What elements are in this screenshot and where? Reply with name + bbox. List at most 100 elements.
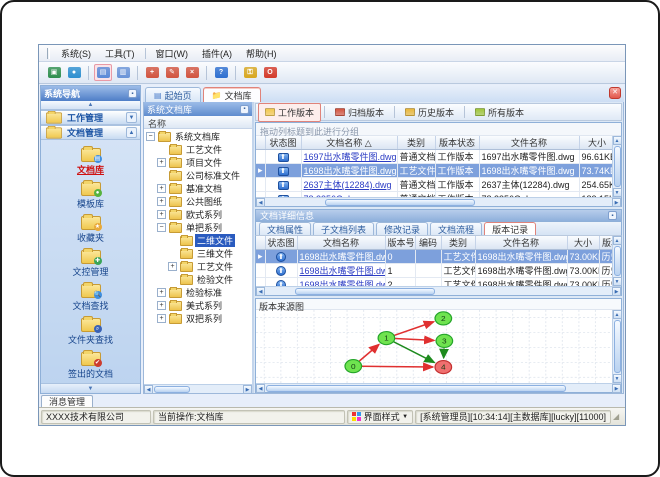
tree-expander-icon[interactable]: + [157,288,166,297]
table-row[interactable]: ⬆ 2637主体(12284).dwg 普通文档 工作版本 2637主体(12284).… [256,177,612,192]
tree-node-工艺文件[interactable]: + 工艺文件 [144,260,252,273]
table-row[interactable]: ▸⬆1698出水嘴零件图.dwg0工艺文件1698出水嘴零件图.dwg73.00… [256,249,612,264]
chevron-icon[interactable]: ▼ [126,112,137,123]
help-button[interactable]: ? [212,64,230,81]
graph-vertical-scrollbar[interactable]: ▲ ▼ [612,310,622,383]
button-工作版本[interactable]: 工作版本 [258,102,322,122]
tree-node-工艺文件[interactable]: 工艺文件 [144,143,252,156]
tab-起始页[interactable]: ▤ 起始页 [145,87,201,102]
pin-icon[interactable]: ▪ [128,89,137,98]
document-link[interactable]: 1697出水嘴零件图.dwg [304,152,397,162]
lock-button[interactable]: ⚿ [241,64,259,81]
sidebar-item-收藏夹[interactable]: ★ 收藏夹 [46,214,135,246]
tree-node-三维文件[interactable]: 三维文件 [144,247,252,260]
document-link[interactable]: 2637主体(12284).dwg [304,180,392,190]
tab-子文档列表[interactable]: 子文档列表 [313,222,375,235]
chevron-icon[interactable]: ▲ [126,127,137,138]
version-node-1[interactable]: 1 [377,330,396,346]
tree-horizontal-scrollbar[interactable]: ◀ ▶ [144,384,252,394]
version-node-4[interactable]: 4 [434,359,453,375]
tree-node-系统文档库[interactable]: − 系统文档库 [144,130,252,143]
tree-expander-icon[interactable]: − [157,223,166,232]
pin-icon[interactable]: ▪ [240,104,249,114]
scroll-right-icon[interactable]: ▶ [243,384,252,394]
monitor-button[interactable]: ▣ [45,64,63,81]
scroll-down-icon[interactable]: ▼ [612,188,622,197]
sidebar-item-文档查找[interactable]: 🔍 文档查找 [46,282,135,314]
table-row[interactable]: ⬆1698出水嘴零件图.dwg1工艺文件1698出水嘴零件图.dwg73.00K… [256,263,612,278]
menu-item-1[interactable]: 系统(S) [54,45,98,62]
column-header-文档名称 △[interactable]: 文档名称 △ [301,136,398,150]
tree-expander-icon[interactable]: + [157,158,166,167]
menu-item-2[interactable]: 工具(T) [98,45,142,62]
document-link[interactable]: 1698出水嘴零件图.dwg [300,252,385,262]
menu-item-4[interactable]: 插件(A) [195,45,239,62]
document-link[interactable]: 1698出水嘴零件图.dwg [304,166,397,176]
scroll-down-icon[interactable]: ▼ [612,277,622,286]
doc-edit-button[interactable]: ✎ [163,64,181,81]
version-node-0[interactable]: 0 [344,359,363,374]
sidebar-collapse-strip[interactable]: ▲ [41,101,140,110]
button-所有版本[interactable]: 所有版本 [468,103,531,122]
scroll-left-icon[interactable]: ◀ [256,197,265,207]
scroll-right-icon[interactable]: ▶ [612,286,621,296]
tab-版本记录[interactable]: 版本记录 [484,222,537,235]
tab-文档属性[interactable]: 文档属性 [259,222,312,235]
tab-文档库[interactable]: 📁 文档库 [202,87,261,102]
scroll-thumb[interactable] [154,385,190,393]
column-header-编码[interactable]: 编码 [415,236,442,250]
scroll-thumb[interactable] [325,198,475,206]
tree-node-检验标准[interactable]: + 检验标准 [144,286,252,299]
column-header-文件名称[interactable]: 文件名称 [475,236,568,250]
graph-horizontal-scrollbar[interactable]: ◀ ▶ [256,383,621,393]
scroll-left-icon[interactable]: ◀ [144,384,153,394]
sidebar-bottom-chevron[interactable]: ▼ [41,383,140,393]
scroll-left-icon[interactable]: ◀ [256,286,265,296]
version-node-2[interactable]: 2 [434,311,453,326]
tab-文档流程[interactable]: 文档流程 [430,222,483,235]
menu-item-3[interactable]: 窗口(W) [149,45,196,62]
button-归档版本[interactable]: 归档版本 [328,103,391,122]
sidebar-item-签出的文档[interactable]: ✔ 签出的文档 [46,350,135,382]
resize-grip-icon[interactable]: ◢ [613,410,623,424]
document-link[interactable]: 1698出水嘴零件图.dwg [300,266,385,276]
sidebar-item-文控管理[interactable]: ✚ 文控管理 [46,248,135,280]
doc-add-button[interactable]: + [143,64,161,81]
tree-node-欧式系列[interactable]: + 欧式系列 [144,208,252,221]
tab-修改记录[interactable]: 修改记录 [376,222,429,235]
table-row[interactable]: ⬆1698出水嘴零件图.dwg2工艺文件1698出水嘴零件图.dwg73.00K… [256,277,612,286]
tree-node-双把系列[interactable]: + 双把系列 [144,312,252,325]
close-icon[interactable]: ✕ [609,87,621,99]
version-node-3[interactable]: 3 [435,333,454,348]
document-link[interactable]: 78 2356C.dwg [304,194,362,198]
tree-node-二维文件[interactable]: 二维文件 [144,234,252,247]
scroll-thumb[interactable] [613,246,621,276]
tree-node-公共图纸[interactable]: + 公共图纸 [144,195,252,208]
tree-node-基准文档[interactable]: + 基准文档 [144,182,252,195]
tree-column-header[interactable]: 名称 [144,116,252,129]
column-header-类别[interactable]: 类别 [397,136,436,150]
folder-open-button[interactable]: ▤ [94,64,112,81]
table-row[interactable]: ⬆78 2356C.dwg普通文档工作版本78 2356C.dwg182.15K… [256,191,612,198]
table2-horizontal-scrollbar[interactable]: ◀ ▶ [256,286,621,296]
column-header-大小[interactable]: 大小 [567,236,600,250]
sidebar-item-文件夹查找[interactable]: ⌕ 文件夹查找 [46,316,135,348]
column-header-文件名称[interactable]: 文件名称 [479,136,580,150]
style-selector[interactable]: 界面样式 ▼ [346,409,414,424]
table-row[interactable]: ⬆ 1697出水嘴零件图.dwg 普通文档 工作版本 1697出水嘴零件图.dwg 96.… [256,149,612,164]
tree-node-公司标准文件[interactable]: 公司标准文件 [144,169,252,182]
tree-expander-icon[interactable]: + [157,210,166,219]
document-link[interactable]: 1698出水嘴零件图.dwg [300,280,385,286]
exit-button[interactable]: O [261,64,279,81]
column-header-版本状态[interactable]: 版本状态 [435,136,480,150]
folder-view-button[interactable]: ▥ [114,64,132,81]
doc-remove-button[interactable]: × [183,64,201,81]
column-header-文档名称[interactable]: 文档名称 [297,236,386,250]
tree-node-美式系列[interactable]: + 美式系列 [144,299,252,312]
scroll-thumb[interactable] [613,146,621,187]
column-header-类别[interactable]: 类别 [441,236,476,250]
menu-item-5[interactable]: 帮助(H) [239,45,284,62]
tree-expander-icon[interactable]: + [157,197,166,206]
sidebar-group-2[interactable]: 文档管理 ▲ [41,125,140,140]
column-header-版本状态[interactable]: 版本状态 [599,236,612,250]
